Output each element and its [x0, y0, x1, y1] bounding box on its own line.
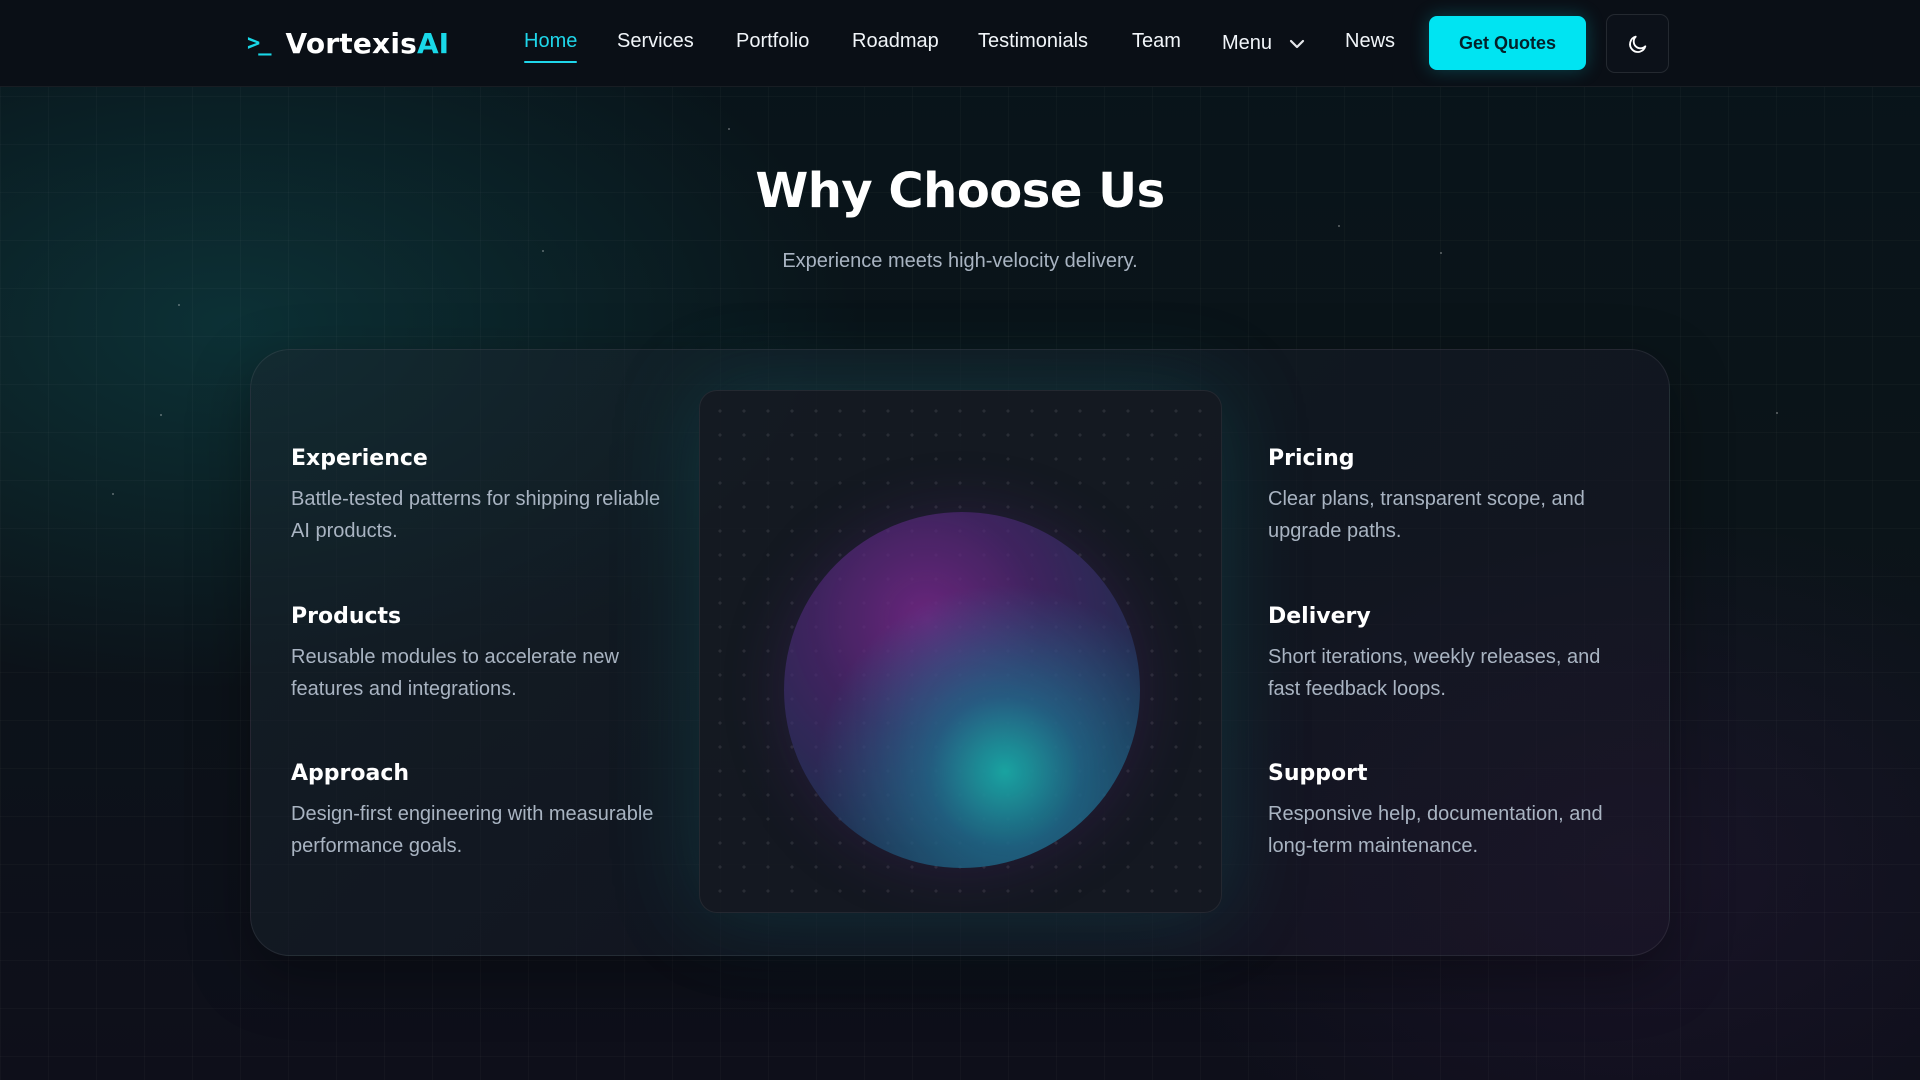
theme-toggle-button[interactable]	[1606, 14, 1669, 73]
nav-menu-label: Menu	[1222, 32, 1273, 54]
background-star	[1776, 412, 1778, 414]
moon-icon	[1628, 35, 1646, 53]
nav-testimonials-label: Testimonials	[978, 30, 1089, 52]
feature-description: Clear plans, transparent scope, and upgr…	[1268, 488, 1585, 542]
nav-services-label: Services	[617, 30, 694, 52]
section-title: Why Choose Us	[755, 163, 1165, 219]
brand-name-accent: AI	[416, 26, 450, 60]
feature-experience: Experience Battle-tested patterns for sh…	[291, 446, 671, 547]
background-star	[178, 304, 180, 306]
feature-products: Products Reusable modules to accelerate …	[291, 604, 671, 705]
feature-description: Short iterations, weekly releases, and f…	[1268, 646, 1601, 700]
brand-logo[interactable]: >_ Vortexis AI	[247, 22, 449, 64]
dotted-visual-panel	[699, 390, 1222, 913]
get-quotes-button[interactable]: Get Quotes	[1429, 16, 1586, 70]
feature-title: Pricing	[1268, 446, 1355, 471]
feature-title: Approach	[291, 761, 410, 786]
nav-services[interactable]: Services	[617, 30, 694, 53]
nav-team[interactable]: Team	[1132, 30, 1181, 53]
feature-description: Reusable modules to accelerate new featu…	[291, 646, 619, 700]
nav-roadmap-label: Roadmap	[852, 30, 939, 52]
feature-description: Battle-tested patterns for shipping reli…	[291, 488, 661, 542]
feature-support: Support Responsive help, documentation, …	[1268, 761, 1638, 862]
feature-title: Support	[1268, 761, 1368, 786]
nav-home[interactable]: Home	[524, 30, 578, 63]
top-navbar: >_ Vortexis AI Home Services Portfolio Ro…	[0, 0, 1920, 87]
feature-title: Experience	[291, 446, 428, 471]
nav-menu-dropdown[interactable]: Menu	[1222, 32, 1306, 55]
background-star	[728, 128, 730, 130]
nav-testimonials[interactable]: Testimonials	[978, 30, 1088, 53]
feature-description: Responsive help, documentation, and long…	[1268, 803, 1603, 857]
nav-portfolio-label: Portfolio	[736, 30, 810, 52]
nav-news-label: News	[1345, 30, 1396, 52]
nav-home-label: Home	[524, 30, 578, 52]
terminal-prompt-icon: >_	[247, 30, 271, 56]
nav-roadmap[interactable]: Roadmap	[852, 30, 939, 53]
feature-delivery: Delivery Short iterations, weekly releas…	[1268, 604, 1638, 705]
feature-approach: Approach Design-first engineering with m…	[291, 761, 671, 862]
chevron-down-icon	[1289, 39, 1304, 48]
feature-description: Design-first engineering with measurable…	[291, 803, 654, 857]
background-star	[1338, 225, 1340, 227]
brand-name: Vortexis	[285, 26, 417, 60]
background-star	[112, 493, 114, 495]
nav-news[interactable]: News	[1345, 30, 1395, 53]
nav-team-label: Team	[1132, 30, 1181, 52]
feature-title: Delivery	[1268, 604, 1371, 629]
feature-pricing: Pricing Clear plans, transparent scope, …	[1268, 446, 1638, 547]
gradient-orb	[784, 512, 1140, 868]
section-subtitle: Experience meets high-velocity delivery.	[782, 250, 1138, 272]
nav-portfolio[interactable]: Portfolio	[736, 30, 809, 53]
feature-title: Products	[291, 604, 402, 629]
background-star	[160, 414, 162, 416]
active-indicator	[524, 61, 578, 63]
